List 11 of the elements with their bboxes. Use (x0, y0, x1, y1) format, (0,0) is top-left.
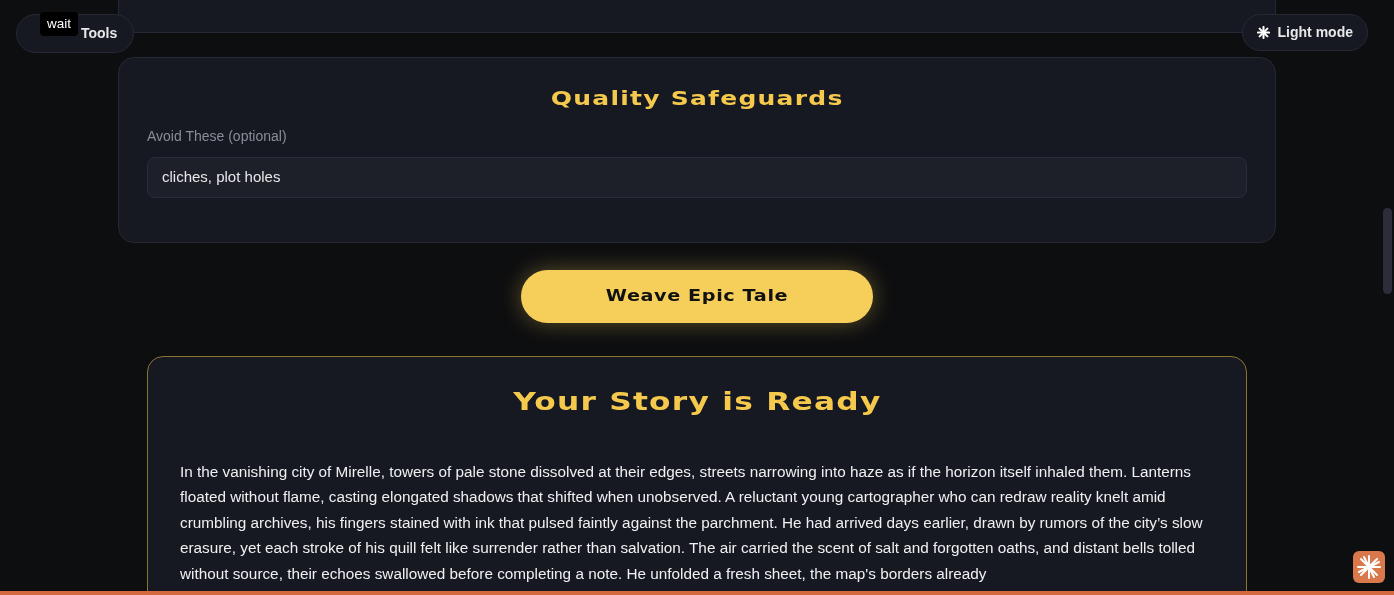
weave-button[interactable]: Weave Epic Tale (521, 269, 873, 323)
tooltip: wait (40, 12, 78, 37)
scrollbar[interactable] (1383, 208, 1392, 294)
section-title: Quality Safeguards (550, 86, 844, 110)
story-text: In the vanishing city of Mirelle, towers of pale stone dissolved at their edges, streets narrowing into haze as if the horizon itself inhaled them. Lanterns floated without flame, casting elongated shadows that shifted when unobserved. A reluctant young cartographer who can redraw reality knelt amid crumbling archives, his fingers stained with ink that pulsed faintly against the parchment. He had arrived days earlier, drawn by rumors of the city’s slow erasure, yet each stroke of his quill felt like surrender rather than salvation. The air carried the scent of salt and forgotten oaths, and distant bells tolled without source, their echoes swallowed before completing a note. He unfolded a fresh sheet, the map's borders already (180, 461, 1204, 584)
avoid-input-field[interactable]: cliches, plot holes (147, 157, 1247, 198)
sun-icon (1256, 26, 1270, 39)
field-label: Avoid These (optional) (147, 127, 288, 146)
logo-icon[interactable] (1353, 551, 1385, 583)
result-title: Your Story is Ready (512, 386, 882, 417)
theme-toggle-button[interactable]: Light mode (1241, 14, 1368, 51)
